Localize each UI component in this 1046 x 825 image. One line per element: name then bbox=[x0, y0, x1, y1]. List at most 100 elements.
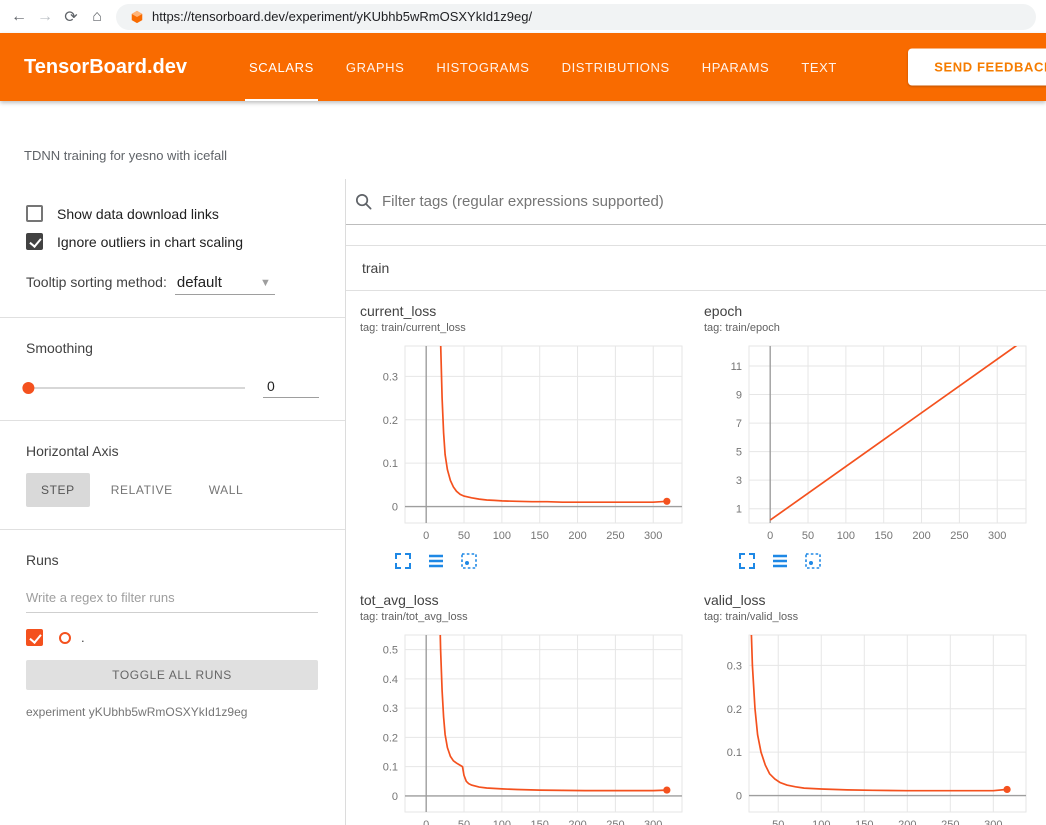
svg-text:100: 100 bbox=[812, 819, 830, 825]
svg-text:0: 0 bbox=[767, 530, 773, 542]
smoothing-slider[interactable] bbox=[26, 387, 245, 389]
send-feedback-button[interactable]: SEND FEEDBACK bbox=[908, 49, 1046, 86]
run-checkbox-checked-icon[interactable] bbox=[26, 629, 43, 646]
svg-text:250: 250 bbox=[950, 530, 968, 542]
axis-relative-button[interactable]: RELATIVE bbox=[96, 473, 188, 507]
tooltip-sorting-select[interactable]: default ▼ bbox=[175, 274, 275, 295]
runs-filter-input[interactable] bbox=[26, 584, 318, 613]
svg-text:0.3: 0.3 bbox=[727, 660, 742, 672]
smoothing-value-field[interactable]: 0 bbox=[263, 378, 319, 398]
chart-toolbar bbox=[738, 552, 1034, 570]
runs-label: Runs bbox=[26, 552, 319, 568]
svg-text:0.3: 0.3 bbox=[383, 703, 398, 715]
toggle-all-runs-button[interactable]: TOGGLE ALL RUNS bbox=[26, 660, 318, 690]
svg-text:100: 100 bbox=[493, 819, 511, 825]
filter-tags-input[interactable] bbox=[382, 193, 1034, 210]
charts-grid: current_loss tag: train/current_loss 050… bbox=[346, 291, 1046, 825]
chart-card-valid-loss: valid_loss tag: train/valid_loss 5010015… bbox=[690, 580, 1034, 825]
divider bbox=[0, 529, 345, 530]
svg-text:0.4: 0.4 bbox=[383, 674, 398, 686]
svg-text:250: 250 bbox=[606, 530, 624, 542]
svg-text:5: 5 bbox=[736, 447, 742, 459]
reload-icon[interactable]: ⟳ bbox=[58, 7, 84, 27]
tab-graphs[interactable]: GRAPHS bbox=[330, 33, 421, 101]
filter-tags-row bbox=[346, 179, 1046, 225]
chart-card-current-loss: current_loss tag: train/current_loss 0 50… bbox=[346, 291, 690, 580]
svg-text:100: 100 bbox=[493, 530, 511, 542]
chart-tag: tag: train/current_loss bbox=[360, 322, 690, 334]
svg-text:0.1: 0.1 bbox=[383, 762, 398, 774]
svg-text:150: 150 bbox=[855, 819, 873, 825]
show-download-links-label: Show data download links bbox=[57, 206, 219, 222]
tab-hparams[interactable]: HPARAMS bbox=[686, 33, 786, 101]
tensorboard-favicon-icon bbox=[130, 10, 144, 24]
slider-thumb[interactable] bbox=[22, 382, 34, 394]
svg-text:0.1: 0.1 bbox=[383, 458, 398, 470]
run-row[interactable]: . bbox=[26, 629, 319, 646]
svg-text:0.2: 0.2 bbox=[383, 732, 398, 744]
svg-text:300: 300 bbox=[984, 819, 1002, 825]
chart-tag: tag: train/valid_loss bbox=[704, 611, 1034, 623]
line-chart[interactable]: 5010015020025030000.10.20.3 bbox=[704, 629, 1034, 825]
app-logo: TensorBoard.dev bbox=[24, 56, 187, 79]
experiment-title-strip: TDNN training for yesno with icefall bbox=[0, 101, 1046, 179]
line-chart[interactable]: 05010015020025030000.10.20.3 bbox=[360, 340, 690, 548]
svg-text:300: 300 bbox=[644, 530, 662, 542]
chart-toolbar bbox=[394, 552, 690, 570]
address-bar[interactable]: https://tensorboard.dev/experiment/yKUbh… bbox=[116, 4, 1036, 30]
back-icon[interactable]: ← bbox=[6, 8, 32, 26]
tab-text[interactable]: TEXT bbox=[785, 33, 853, 101]
runs-list-icon[interactable] bbox=[771, 552, 789, 570]
nav-tabs: SCALARS GRAPHS HISTOGRAMS DISTRIBUTIONS … bbox=[233, 33, 853, 101]
expand-chart-icon[interactable] bbox=[738, 552, 756, 570]
line-chart[interactable]: 0501001502002503001357911 bbox=[704, 340, 1034, 548]
chart-title: current_loss bbox=[360, 303, 690, 319]
svg-text:250: 250 bbox=[606, 819, 624, 825]
ignore-outliers-checkbox-row[interactable]: Ignore outliers in chart scaling bbox=[26, 233, 319, 250]
svg-text:300: 300 bbox=[988, 530, 1006, 542]
run-color-circle-icon bbox=[59, 632, 71, 644]
search-icon bbox=[354, 192, 373, 211]
ignore-outliers-label: Ignore outliers in chart scaling bbox=[57, 234, 243, 250]
forward-icon[interactable]: → bbox=[32, 8, 58, 26]
chart-card-tot-avg-loss: tot_avg_loss tag: train/tot_avg_loss 050… bbox=[346, 580, 690, 825]
url-text: https://tensorboard.dev/experiment/yKUbh… bbox=[152, 9, 532, 24]
svg-text:300: 300 bbox=[644, 819, 662, 825]
svg-text:200: 200 bbox=[912, 530, 930, 542]
tag-group-header[interactable]: train bbox=[346, 246, 1046, 291]
tab-histograms[interactable]: HISTOGRAMS bbox=[420, 33, 545, 101]
checkbox-checked-icon[interactable] bbox=[26, 233, 43, 250]
svg-text:200: 200 bbox=[898, 819, 916, 825]
smoothing-label: Smoothing bbox=[26, 340, 319, 356]
axis-wall-button[interactable]: WALL bbox=[194, 473, 259, 507]
svg-text:0.2: 0.2 bbox=[383, 415, 398, 427]
show-download-links-checkbox-row[interactable]: Show data download links bbox=[26, 205, 319, 222]
svg-text:50: 50 bbox=[458, 530, 470, 542]
svg-text:9: 9 bbox=[736, 390, 742, 402]
svg-text:50: 50 bbox=[802, 530, 814, 542]
line-chart[interactable]: 05010015020025030000.10.20.30.40.5 bbox=[360, 629, 690, 825]
tab-scalars[interactable]: SCALARS bbox=[233, 33, 330, 101]
fit-domain-icon[interactable] bbox=[460, 552, 478, 570]
fit-domain-icon[interactable] bbox=[804, 552, 822, 570]
svg-text:50: 50 bbox=[458, 819, 470, 825]
tab-distributions[interactable]: DISTRIBUTIONS bbox=[546, 33, 686, 101]
chart-tag: tag: train/tot_avg_loss bbox=[360, 611, 690, 623]
runs-list-icon[interactable] bbox=[427, 552, 445, 570]
checkbox-unchecked-icon[interactable] bbox=[26, 205, 43, 222]
app-header: TensorBoard.dev SCALARS GRAPHS HISTOGRAM… bbox=[0, 33, 1046, 101]
horizontal-axis-buttons: STEP RELATIVE WALL bbox=[26, 473, 319, 507]
horizontal-axis-label: Horizontal Axis bbox=[26, 443, 319, 459]
axis-step-button[interactable]: STEP bbox=[26, 473, 90, 507]
expand-chart-icon[interactable] bbox=[394, 552, 412, 570]
svg-text:0.5: 0.5 bbox=[383, 645, 398, 657]
svg-text:0: 0 bbox=[736, 791, 742, 803]
svg-text:0: 0 bbox=[392, 502, 398, 514]
svg-text:150: 150 bbox=[531, 819, 549, 825]
tooltip-sorting-label: Tooltip sorting method: bbox=[26, 274, 167, 290]
svg-text:200: 200 bbox=[568, 530, 586, 542]
svg-text:7: 7 bbox=[736, 418, 742, 430]
svg-text:0: 0 bbox=[423, 819, 429, 825]
home-icon[interactable]: ⌂ bbox=[84, 8, 110, 26]
tooltip-sorting-value: default bbox=[177, 274, 222, 291]
